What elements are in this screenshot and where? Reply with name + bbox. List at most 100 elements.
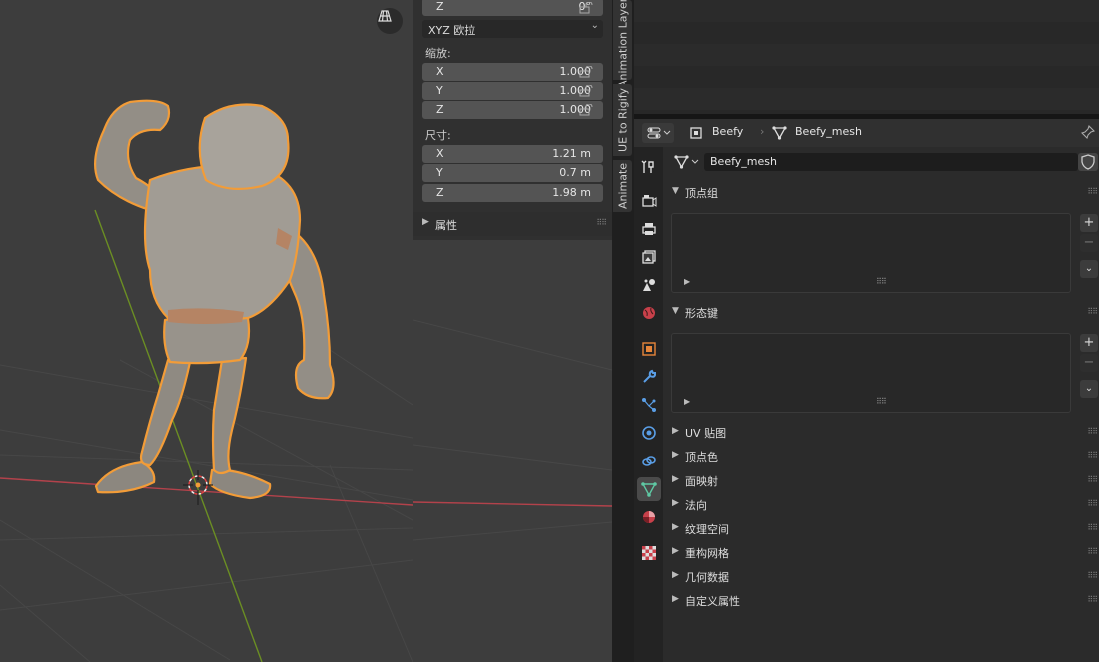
lock-icon[interactable]: [579, 104, 593, 116]
dimensions-label: 尺寸:: [425, 129, 451, 142]
expand-arrow-icon: ▶: [672, 522, 679, 532]
add-vertex-group-button[interactable]: +: [1080, 214, 1098, 232]
modifiers-icon[interactable]: [637, 365, 661, 389]
drag-handle-icon[interactable]: ⠿⠿: [1087, 307, 1098, 316]
remove-vertex-group-button[interactable]: −: [1080, 234, 1098, 252]
resize-grip-icon[interactable]: ⠿⠿: [876, 397, 887, 406]
properties-main: Beefy_mesh ▼ 顶点组 ⠿⠿ ▶ ⠿⠿ + − ⌄ ▼ 形态键 ⠿⠿ …: [663, 147, 1099, 662]
expand-arrow-icon[interactable]: ▶: [684, 397, 690, 406]
lock-icon[interactable]: [579, 2, 593, 14]
rotation-z-field[interactable]: Z 0°: [422, 0, 603, 16]
world-icon[interactable]: [637, 301, 661, 325]
material-icon[interactable]: [637, 505, 661, 529]
sidebar-tabs: Animation Layers UE to Rigify Animate: [612, 0, 634, 662]
normals-panel-header[interactable]: ▶ 法向 ⠿⠿: [663, 494, 1099, 516]
3d-viewport-extension[interactable]: [413, 240, 612, 662]
texture-icon[interactable]: [637, 541, 661, 565]
vertex-groups-list[interactable]: ▶ ⠿⠿: [671, 213, 1071, 293]
output-icon[interactable]: [637, 217, 661, 241]
geometry-data-panel-header[interactable]: ▶ 几何数据 ⠿⠿: [663, 566, 1099, 588]
tab-animation-layers[interactable]: Animation Layers: [613, 0, 632, 88]
3d-viewport[interactable]: [0, 0, 413, 662]
shape-keys-list[interactable]: ▶ ⠿⠿: [671, 333, 1071, 413]
attributes-panel-header[interactable]: ▶ 属性 ⠿⠿: [413, 212, 612, 236]
mesh-name-field[interactable]: Beefy_mesh: [704, 153, 1078, 171]
pin-icon[interactable]: [1081, 125, 1095, 139]
outliner-row: [634, 0, 1099, 22]
expand-arrow-icon: ▶: [672, 570, 679, 580]
mesh-browse-button[interactable]: [671, 152, 705, 172]
constraints-icon[interactable]: [637, 449, 661, 473]
shape-keys-panel-header[interactable]: ▼ 形态键 ⠿⠿: [663, 302, 1099, 324]
view-layer-icon[interactable]: [637, 245, 661, 269]
properties-editor-icon: [647, 127, 671, 139]
object-name[interactable]: Beefy: [712, 125, 743, 138]
resize-grip-icon[interactable]: ⠿⠿: [876, 277, 887, 286]
collapse-arrow-icon: ▼: [672, 306, 679, 316]
editor-type-select[interactable]: [642, 123, 674, 143]
vertex-group-specials-button[interactable]: ⌄: [1080, 260, 1098, 278]
add-shape-key-button[interactable]: +: [1080, 334, 1098, 352]
outliner-row: [634, 88, 1099, 110]
particles-icon[interactable]: [637, 393, 661, 417]
drag-handle-icon[interactable]: ⠿⠿: [1087, 547, 1098, 556]
tab-animate[interactable]: Animate: [613, 160, 632, 212]
dimension-z-field[interactable]: Z 1.98 m: [422, 184, 603, 202]
lock-icon[interactable]: [579, 66, 593, 78]
drag-handle-icon[interactable]: ⠿⠿: [1087, 571, 1098, 580]
outliner-row: [634, 22, 1099, 44]
drag-handle-icon[interactable]: ⠿⠿: [1087, 595, 1098, 604]
expand-arrow-icon: ▶: [672, 546, 679, 556]
tool-icon[interactable]: [637, 155, 661, 179]
drag-handle-icon[interactable]: ⠿⠿: [1087, 451, 1098, 460]
object-icon: [690, 127, 702, 139]
shape-key-specials-button[interactable]: ⌄: [1080, 380, 1098, 398]
properties-header: Beefy › Beefy_mesh: [634, 119, 1099, 147]
outliner-row: [634, 66, 1099, 88]
scale-z-field[interactable]: Z 1.000: [422, 101, 603, 119]
uv-maps-panel-header[interactable]: ▶ UV 贴图 ⠿⠿: [663, 422, 1099, 444]
drag-handle-icon[interactable]: ⠿⠿: [596, 218, 607, 227]
scale-y-field[interactable]: Y 1.000: [422, 82, 603, 100]
expand-arrow-icon: ▶: [672, 426, 679, 436]
floor-grid: [0, 329, 413, 662]
custom-properties-panel-header[interactable]: ▶ 自定义属性 ⠿⠿: [663, 590, 1099, 612]
expand-arrow-icon: ▶: [672, 594, 679, 604]
drag-handle-icon[interactable]: ⠿⠿: [1087, 427, 1098, 436]
expand-arrow-icon: ▶: [422, 217, 429, 227]
texture-space-panel-header[interactable]: ▶ 纹理空间 ⠿⠿: [663, 518, 1099, 540]
scale-label: 缩放:: [425, 47, 451, 60]
remesh-panel-header[interactable]: ▶ 重构网格 ⠿⠿: [663, 542, 1099, 564]
rotation-mode-select[interactable]: XYZ 欧拉 ⌄: [422, 20, 603, 38]
tab-ue-to-rigify[interactable]: UE to Rigify: [613, 84, 632, 156]
dimension-y-field[interactable]: Y 0.7 m: [422, 164, 603, 182]
mesh-data-icon: [772, 126, 787, 140]
remove-shape-key-button[interactable]: −: [1080, 354, 1098, 372]
data-icon[interactable]: [637, 477, 661, 501]
drag-handle-icon[interactable]: ⠿⠿: [1087, 523, 1098, 532]
scene-icon[interactable]: [637, 273, 661, 297]
drag-handle-icon[interactable]: ⠿⠿: [1087, 499, 1098, 508]
dimension-x-field[interactable]: X 1.21 m: [422, 145, 603, 163]
object-properties-icon[interactable]: [637, 337, 661, 361]
face-maps-panel-header[interactable]: ▶ 面映射 ⠿⠿: [663, 470, 1099, 492]
lock-icon[interactable]: [579, 85, 593, 97]
vertex-groups-panel-header[interactable]: ▼ 顶点组 ⠿⠿: [663, 182, 1099, 204]
beefy-character[interactable]: [93, 99, 335, 500]
breadcrumb-separator: ›: [760, 125, 765, 138]
collapse-arrow-icon: ▼: [672, 186, 679, 196]
physics-icon[interactable]: [637, 421, 661, 445]
drag-handle-icon[interactable]: ⠿⠿: [1087, 475, 1098, 484]
fake-user-button[interactable]: [1078, 153, 1098, 171]
render-icon[interactable]: [637, 189, 661, 213]
drag-handle-icon[interactable]: ⠿⠿: [1087, 187, 1098, 196]
shield-icon: [1081, 154, 1095, 170]
mesh-data-icon: [674, 155, 699, 169]
expand-arrow-icon[interactable]: ▶: [684, 277, 690, 286]
3d-cursor-icon[interactable]: [183, 470, 213, 505]
mesh-name[interactable]: Beefy_mesh: [795, 125, 862, 138]
vertex-colors-panel-header[interactable]: ▶ 顶点色 ⠿⠿: [663, 446, 1099, 468]
outliner[interactable]: [634, 0, 1099, 118]
scale-x-field[interactable]: X 1.000: [422, 63, 603, 81]
grid-view-icon[interactable]: [377, 8, 403, 34]
